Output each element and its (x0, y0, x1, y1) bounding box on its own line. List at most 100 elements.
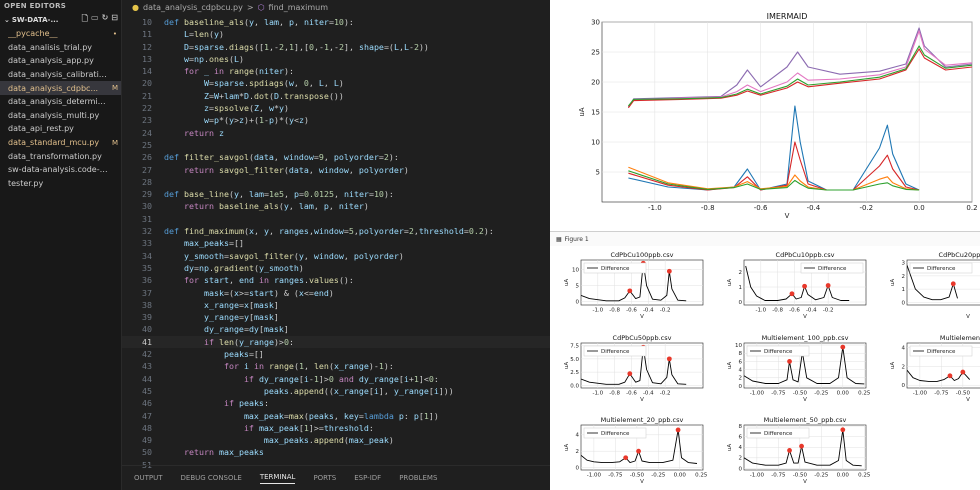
peak-marker (627, 371, 633, 377)
file-item[interactable]: data_analysis_cdpbc... M (0, 81, 121, 95)
python-file-icon: ● (132, 2, 139, 12)
code-line[interactable]: 43 for i in range(1, len(x_range)-1): (122, 360, 550, 372)
code-line[interactable]: 37 mask=(x>=start) & (x<=end) (122, 287, 550, 299)
file-item[interactable]: data_analysis_app.py (0, 54, 121, 68)
code-line[interactable]: 39 y_range=y[mask] (122, 311, 550, 323)
x-tick-label: -1.00 (750, 391, 765, 397)
code-line[interactable]: 14 for _ in range(niter): (122, 65, 550, 77)
breadcrumb-symbol[interactable]: find_maximum (269, 3, 329, 12)
code-line[interactable]: 30 return baseline_als(y, lam, p, niter) (122, 200, 550, 212)
new-folder-icon[interactable]: ▭ (91, 13, 99, 27)
x-tick-label: -0.4 (643, 391, 654, 397)
file-item[interactable]: data_transformation.py (0, 149, 121, 163)
code-line[interactable]: 25 (122, 139, 550, 151)
code-line[interactable]: 26 def filter_savgol(data, window=9, poly… (122, 151, 550, 163)
panel-tab-esp-idf[interactable]: ESP-IDF (354, 474, 381, 482)
code-line[interactable]: 21 Z=W+lam*D.dot(D.transpose()) (122, 90, 550, 102)
file-item[interactable]: data_analysis_determinati... (0, 95, 121, 109)
panel-tab-problems[interactable]: PROBLEMS (399, 474, 437, 482)
line-number: 21 (142, 90, 152, 101)
panel-tab-terminal[interactable]: TERMINAL (259, 473, 296, 484)
x-axis-label: V (803, 397, 807, 403)
code-line[interactable]: 48 if max_peak[1]>=threshold: (122, 422, 550, 434)
x-tick-label: 0.25 (695, 473, 708, 479)
new-file-icon[interactable]: 🗋 (82, 13, 88, 27)
figure-window-title: Figure 1 (564, 235, 589, 243)
chart: -1.00 -0.75 -0.50 0 2 4 Multielement_1... VuA Di… (890, 334, 980, 403)
code-line[interactable]: 45 peaks.append((x_range[i], y_range[i])… (122, 385, 550, 397)
code-line[interactable]: 24 return z (122, 127, 550, 139)
code-line[interactable]: 33 max_peaks=[] (122, 237, 550, 249)
figure-window-titlebar[interactable]: ▦ Figure 1 (550, 231, 980, 246)
code-line[interactable]: 10 def baseline_als(y, lam, p, niter=10): (122, 16, 550, 28)
x-tick-label: -0.6 (626, 308, 637, 314)
code-line[interactable]: 12 D=sparse.diags([1,-2,1],[0,-1,-2], sh… (122, 41, 550, 53)
x-tick-label: 0.25 (858, 391, 871, 397)
file-item[interactable]: data_standard_mcu.py M (0, 136, 121, 150)
code-line[interactable]: 29 def base_line(y, lam=1e5, p=0.0125, ni… (122, 188, 550, 200)
panel-tab-debug-console[interactable]: DEBUG CONSOLE (181, 474, 242, 482)
legend-label: Difference (927, 349, 956, 355)
x-tick-label: -0.2 (660, 391, 671, 397)
y-tick-label: 0 (739, 384, 743, 390)
workspace-title: SW-DATA-... (11, 16, 59, 24)
file-name: data_analysis_multi.py (8, 110, 100, 120)
file-status: M (111, 138, 119, 147)
file-item[interactable]: __pycache__ • (0, 27, 121, 41)
code-line[interactable]: 38 x_range=x[mask] (122, 299, 550, 311)
code-line[interactable]: 41 if len(y_range)>0: (122, 335, 550, 349)
y-tick-label: 8 (739, 351, 743, 357)
code-line[interactable]: 20 W=sparse.spdiags(w, 0, L, L) (122, 77, 550, 89)
line-number: 37 (142, 287, 152, 298)
x-tick-label: -0.6 (789, 308, 800, 314)
y-tick-label: 10 (591, 138, 600, 146)
code-line[interactable]: 31 (122, 213, 550, 225)
file-item[interactable]: data_analisis_trial.py (0, 41, 121, 55)
code-line[interactable]: 32 def find_maximum(x, y, ranges,window=5… (122, 225, 550, 237)
chart-title: CdPbCu20ppb.csv (939, 251, 980, 259)
code-line[interactable]: 44 if dy_range[i-1]>0 and dy_range[i+1]<… (122, 373, 550, 385)
chart-title: CdPbCu50ppb.csv (613, 334, 672, 342)
line-number: 27 (142, 164, 152, 175)
code-line[interactable]: 47 max_peak=max(peaks, key=lambda p: p[1… (122, 410, 550, 422)
x-tick-label: -1.0 (592, 391, 603, 397)
file-item[interactable]: data_analysis_calibration.py (0, 68, 121, 82)
file-item[interactable]: data_api_rest.py (0, 122, 121, 136)
code-line[interactable]: 42 peaks=[] (122, 348, 550, 360)
line-number: 28 (142, 176, 152, 187)
legend-label: Difference (601, 431, 630, 437)
code-editor[interactable]: 10 def baseline_als(y, lam, p, niter=10):… (122, 16, 550, 470)
y-tick-label: 8 (739, 424, 743, 430)
code-line[interactable]: 50 return max_peaks (122, 446, 550, 458)
code-line[interactable]: 13 w=np.ones(L) (122, 53, 550, 65)
code-line[interactable]: 49 max_peaks.append(max_peak) (122, 434, 550, 446)
file-item[interactable]: sw-data-analysis.code-wor... (0, 163, 121, 177)
panel-tab-output[interactable]: OUTPUT (134, 474, 163, 482)
file-item[interactable]: data_analysis_multi.py (0, 109, 121, 123)
code-line[interactable]: 28 (122, 176, 550, 188)
breadcrumb-file[interactable]: data_analysis_cdpbcu.py (143, 3, 243, 12)
panel-tab-ports[interactable]: PORTS (313, 474, 336, 482)
open-editors-header[interactable]: OPEN EDITORS (0, 0, 121, 13)
code-line[interactable]: 36 for start, end in ranges.values(): (122, 274, 550, 286)
workspace-header[interactable]: ⌄ SW-DATA-... 🗋 ▭ ↻ ⊟ (0, 13, 121, 27)
code-line[interactable]: 40 dy_range=dy[mask] (122, 323, 550, 335)
file-item[interactable]: tester.py (0, 177, 121, 191)
code-line[interactable]: 22 z=spsolve(Z, w*y) (122, 102, 550, 114)
code-line[interactable]: 46 if peaks: (122, 397, 550, 409)
code-line[interactable]: 23 w=p*(y>z)+(1-p)*(y<z) (122, 114, 550, 126)
y-tick-label: 0 (739, 466, 743, 472)
code-line[interactable]: 34 y_smooth=savgol_filter(y, window, pol… (122, 250, 550, 262)
refresh-icon[interactable]: ↻ (102, 13, 109, 27)
y-tick-label: 2 (576, 449, 580, 455)
code-text: peaks=[] (223, 349, 264, 360)
code-text: for _ in range(niter): (183, 66, 294, 77)
code-line[interactable]: 27 return savgol_filter(data, window, po… (122, 164, 550, 176)
collapse-icon[interactable]: ⊟ (111, 13, 118, 27)
code-text: def base_line(y, lam=1e5, p=0.0125, nite… (164, 189, 394, 200)
x-tick-label: -1.0 (592, 308, 603, 314)
code-line[interactable]: 35 dy=np.gradient(y_smooth) (122, 262, 550, 274)
code-line[interactable]: 11 L=len(y) (122, 28, 550, 40)
code-text: if peaks: (223, 398, 269, 409)
peak-marker (950, 281, 956, 287)
